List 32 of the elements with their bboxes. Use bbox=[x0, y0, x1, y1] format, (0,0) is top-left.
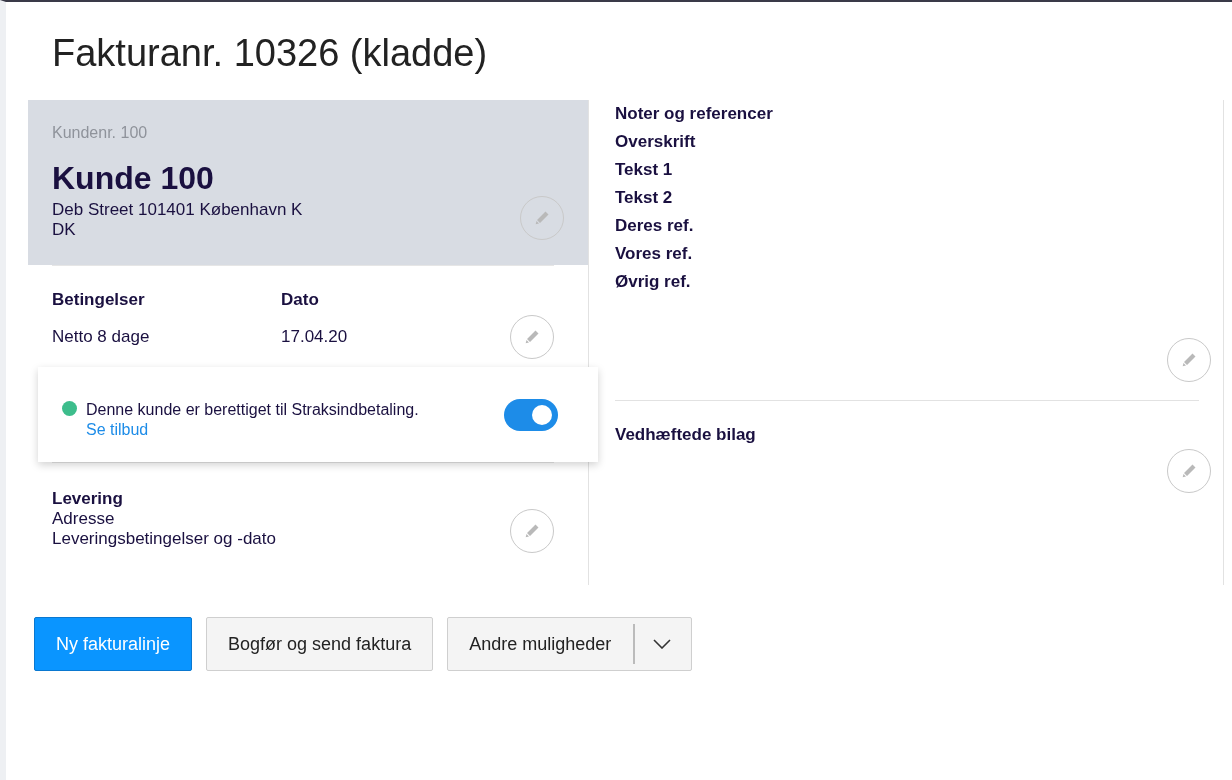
section-heading: Levering bbox=[52, 489, 124, 509]
notes-label: Øvrig ref. bbox=[615, 271, 692, 293]
customer-name: Kunde 100 bbox=[52, 160, 215, 196]
notes-label: Deres ref. bbox=[615, 215, 695, 237]
status-dot bbox=[62, 401, 77, 416]
customer-number: Kundenr. 100 bbox=[52, 124, 149, 142]
toggle-switch[interactable] bbox=[504, 399, 558, 431]
field-label: Betingelser bbox=[52, 290, 146, 310]
notes-label: Overskrift bbox=[615, 131, 697, 153]
pencil-icon bbox=[533, 209, 551, 227]
notes-label: Noter og referencer bbox=[615, 103, 774, 125]
address-line: Deb Street 101401 København K bbox=[52, 200, 303, 220]
post-send-button[interactable]: Bogfør og send faktura bbox=[206, 617, 434, 671]
notes-label: Tekst 2 bbox=[615, 187, 674, 209]
page-title: Fakturanr. 10326 (kladde) bbox=[52, 31, 489, 76]
field-value: Netto 8 dage bbox=[52, 327, 151, 348]
more-options-button[interactable]: Andre muligheder bbox=[447, 617, 692, 671]
address-line: DK bbox=[52, 220, 77, 240]
pencil-icon bbox=[1180, 351, 1198, 369]
field-label: Dato bbox=[281, 290, 320, 310]
chevron-down-icon bbox=[652, 639, 671, 649]
pencil-icon bbox=[523, 522, 541, 540]
pencil-icon bbox=[1180, 462, 1198, 480]
notes-label: Tekst 1 bbox=[615, 159, 674, 181]
offer-link[interactable]: Se tilbud bbox=[86, 421, 149, 439]
notice-message: Denne kunde er berettiget til Straksindbetaling. bbox=[86, 400, 419, 420]
field-value: 17.04.20 bbox=[281, 327, 349, 348]
delivery-line: Adresse bbox=[52, 509, 116, 529]
notes-label: Vores ref. bbox=[615, 243, 694, 265]
pencil-icon bbox=[523, 328, 541, 346]
section-heading: Vedhæftede bilag bbox=[615, 425, 757, 445]
delivery-line: Leveringsbetingelser og -dato bbox=[52, 529, 276, 549]
